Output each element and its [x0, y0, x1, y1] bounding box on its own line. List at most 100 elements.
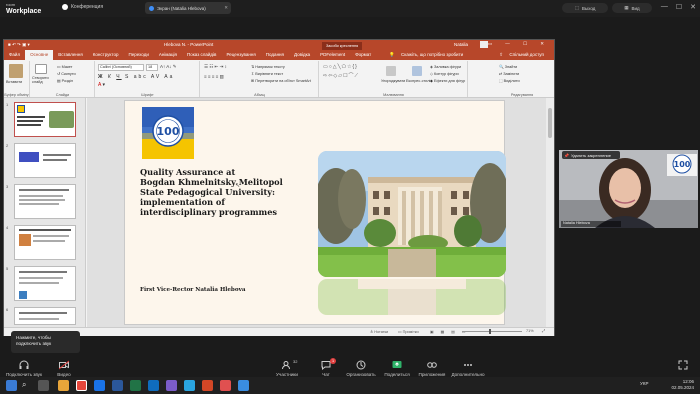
tell-me-search[interactable]: 💡 Скажіть, що потрібно зробити — [384, 50, 473, 60]
tab-format[interactable]: Формат — [350, 50, 376, 60]
slide-thumbnail-3[interactable] — [14, 184, 76, 219]
close-icon[interactable]: ✕ — [690, 3, 696, 11]
quick-styles-icon[interactable] — [412, 66, 422, 76]
app-icon[interactable] — [220, 380, 231, 391]
shape-fill-button[interactable]: ◈ Заливка фігури — [430, 64, 461, 69]
telegram-icon[interactable] — [184, 380, 195, 391]
tab-slideshow[interactable]: Показ слайдів — [182, 50, 221, 60]
fullscreen-icon[interactable] — [678, 360, 688, 370]
zoom-slider-thumb[interactable] — [489, 329, 491, 334]
tab-insert[interactable]: Вставлення — [53, 50, 88, 60]
tab-view[interactable]: Подання — [261, 50, 289, 60]
tab-pdfelement[interactable]: PDFelement — [315, 50, 350, 60]
quick-styles-label[interactable]: Експрес-стилі — [406, 79, 430, 83]
slide-thumbnail-1[interactable] — [14, 102, 76, 137]
fit-slide-icon[interactable]: ⤢ — [542, 329, 545, 333]
find-button[interactable]: 🔍 Знайти — [499, 64, 517, 69]
paste-label[interactable]: Вставити — [6, 80, 22, 84]
workplace-icon[interactable] — [238, 380, 249, 391]
new-slide-label[interactable]: Створити слайд — [32, 76, 54, 84]
tab-transitions[interactable]: Переходи — [123, 50, 153, 60]
section-button[interactable]: ▤ Розділ — [57, 78, 73, 83]
minimize-icon[interactable]: — — [661, 3, 668, 11]
paste-icon[interactable] — [9, 64, 23, 78]
search-icon[interactable]: ⌕ — [22, 380, 33, 391]
align-buttons[interactable]: ≡ ≡ ≡ ≡ ▥ — [204, 74, 224, 80]
replace-button[interactable]: ⇄ Замінити — [499, 71, 519, 76]
tab-help[interactable]: Довідка — [289, 50, 315, 60]
tab-review[interactable]: Рецензування — [221, 50, 260, 60]
shape-outline-button[interactable]: ◇ Контур фігури — [430, 71, 459, 76]
word-icon[interactable] — [112, 380, 123, 391]
organize-icon — [356, 360, 366, 370]
audio-button[interactable]: Подключить звук — [2, 360, 46, 377]
shapes-gallery-row2[interactable]: ⇨⇦◇▱☐⌒⟋ — [323, 72, 359, 79]
slide-thumbnail-4[interactable] — [14, 225, 76, 260]
reset-button[interactable]: ↺ Скинути — [57, 71, 76, 76]
task-view-icon[interactable] — [38, 380, 49, 391]
arrange-icon[interactable] — [386, 66, 396, 76]
select-button[interactable]: ⬚ Виділити — [499, 78, 520, 83]
slide-title[interactable]: Quality Assurance at Bogdan Khmelnitsky … — [140, 167, 310, 217]
font-format-buttons[interactable]: Ж К Ч S abc AV Aa — [98, 74, 174, 80]
start-icon[interactable] — [6, 380, 17, 391]
font-name-select[interactable]: Calibri (Основний) — [98, 64, 144, 71]
current-slide[interactable]: 100 Quality Assurance at Bogdan Khmelnit… — [124, 100, 506, 325]
slide-thumbnail-5[interactable] — [14, 266, 76, 301]
new-slide-icon[interactable] — [35, 64, 47, 74]
align-text-button[interactable]: ⇳ Вирівняти текст — [251, 71, 283, 76]
zoom-level[interactable]: 71% — [526, 329, 534, 333]
text-direction-button[interactable]: ⇅ Напрямок тексту — [251, 64, 285, 69]
window-controls: — ☐ ✕ — [661, 3, 696, 11]
quick-access-icons[interactable]: ■ ↶ ↷ ▣ ▾ — [8, 42, 30, 48]
participants-button[interactable]: 32 Участники — [265, 359, 309, 377]
screen-share-tab[interactable]: Экран (Natalia Hlebova) ✕ — [145, 2, 231, 14]
font-color-button[interactable]: A ▾ — [98, 82, 105, 88]
viber-icon[interactable] — [166, 380, 177, 391]
font-size-select[interactable]: 18 — [146, 64, 158, 71]
maximize-icon[interactable]: ☐ — [676, 3, 682, 11]
shape-effects-button[interactable]: ◆ Ефекти для фігур — [430, 78, 465, 83]
shapes-gallery[interactable]: ▭○△╲⬠☆{} — [323, 64, 358, 70]
view-button[interactable]: ▦ Вид — [612, 3, 652, 13]
video-button[interactable]: Видео — [42, 360, 86, 377]
slide-thumbnail-6[interactable] — [14, 307, 76, 325]
scroll-thumb[interactable] — [548, 108, 552, 138]
edge-icon[interactable] — [148, 380, 159, 391]
layout-button[interactable]: ▭ Макет — [57, 64, 72, 69]
tab-file[interactable]: Файл — [4, 50, 25, 60]
font-size-buttons[interactable]: A↑ A↓ ✎ — [160, 64, 177, 70]
outlook-icon[interactable] — [94, 380, 105, 391]
slide-thumbnail-2[interactable] — [14, 143, 76, 178]
smartart-button[interactable]: ⊞ Перетворити на об'єкт SmartArt — [251, 78, 311, 83]
tab-design[interactable]: Конструктор — [88, 50, 124, 60]
chrome-icon[interactable] — [76, 380, 87, 391]
more-button[interactable]: Дополнительно — [446, 360, 490, 377]
vertical-scrollbar[interactable] — [546, 98, 554, 327]
reset-label: Скинути — [61, 72, 76, 76]
language-indicator[interactable]: УКР — [640, 381, 648, 386]
file-explorer-icon[interactable] — [58, 380, 69, 391]
zoom-slider[interactable] — [462, 331, 522, 332]
webcam-video-tile[interactable]: 100 — [559, 150, 698, 228]
conference-tab[interactable]: Конференция — [62, 4, 103, 10]
slide-author[interactable]: First Vice-Rector Natalia Hlebova — [140, 287, 245, 293]
system-clock[interactable]: 12:06 02.05.2024 — [671, 379, 694, 391]
close-tab-icon[interactable]: ✕ — [224, 5, 228, 11]
user-name[interactable]: Natalia — [454, 42, 468, 47]
grid-icon: ▦ — [624, 5, 629, 10]
powerpoint-icon[interactable] — [202, 380, 213, 391]
list-buttons[interactable]: ☰ ☷ ⇤ ⇥ ↕ — [204, 64, 227, 70]
brand-top-label: room — [6, 2, 16, 7]
tab-home[interactable]: Основне — [25, 50, 54, 60]
excel-icon[interactable] — [130, 380, 141, 391]
ppt-window-controls[interactable]: ▭ — ☐ ✕ — [488, 41, 550, 47]
tab-animation[interactable]: Анімація — [154, 50, 182, 60]
share-button[interactable]: ⇧ Спільний доступ — [494, 50, 554, 60]
notes-button[interactable]: ≜ Нотатки — [370, 329, 388, 334]
comments-button[interactable]: ▭ Примітки — [398, 329, 419, 334]
university-building-photo[interactable] — [318, 151, 506, 277]
unpin-button[interactable]: 📌 Удалить закрепление — [562, 151, 620, 159]
exit-button[interactable]: ⬚ Выход — [562, 3, 608, 13]
arrange-label[interactable]: Упорядкувати — [381, 79, 405, 83]
